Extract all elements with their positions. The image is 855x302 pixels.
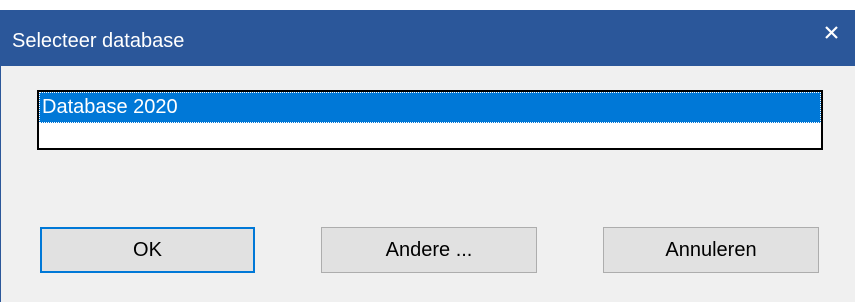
- window-left-border: [0, 66, 8, 302]
- title-bar[interactable]: Selecteer database: [0, 10, 855, 66]
- ok-button[interactable]: OK: [40, 227, 255, 273]
- list-item-label: Database 2020: [42, 96, 178, 118]
- cancel-button[interactable]: Annuleren: [603, 227, 819, 273]
- other-database-button[interactable]: Andere ...: [321, 227, 537, 273]
- select-database-dialog: Selecteer database Database 2020 OK Ande…: [0, 0, 855, 302]
- window-top-edge: [0, 0, 855, 10]
- database-listbox[interactable]: Database 2020: [37, 90, 823, 150]
- close-button[interactable]: [809, 10, 855, 54]
- window-title: Selecteer database: [12, 30, 185, 52]
- list-item-database-2020[interactable]: Database 2020: [39, 92, 821, 123]
- close-icon: [825, 26, 838, 39]
